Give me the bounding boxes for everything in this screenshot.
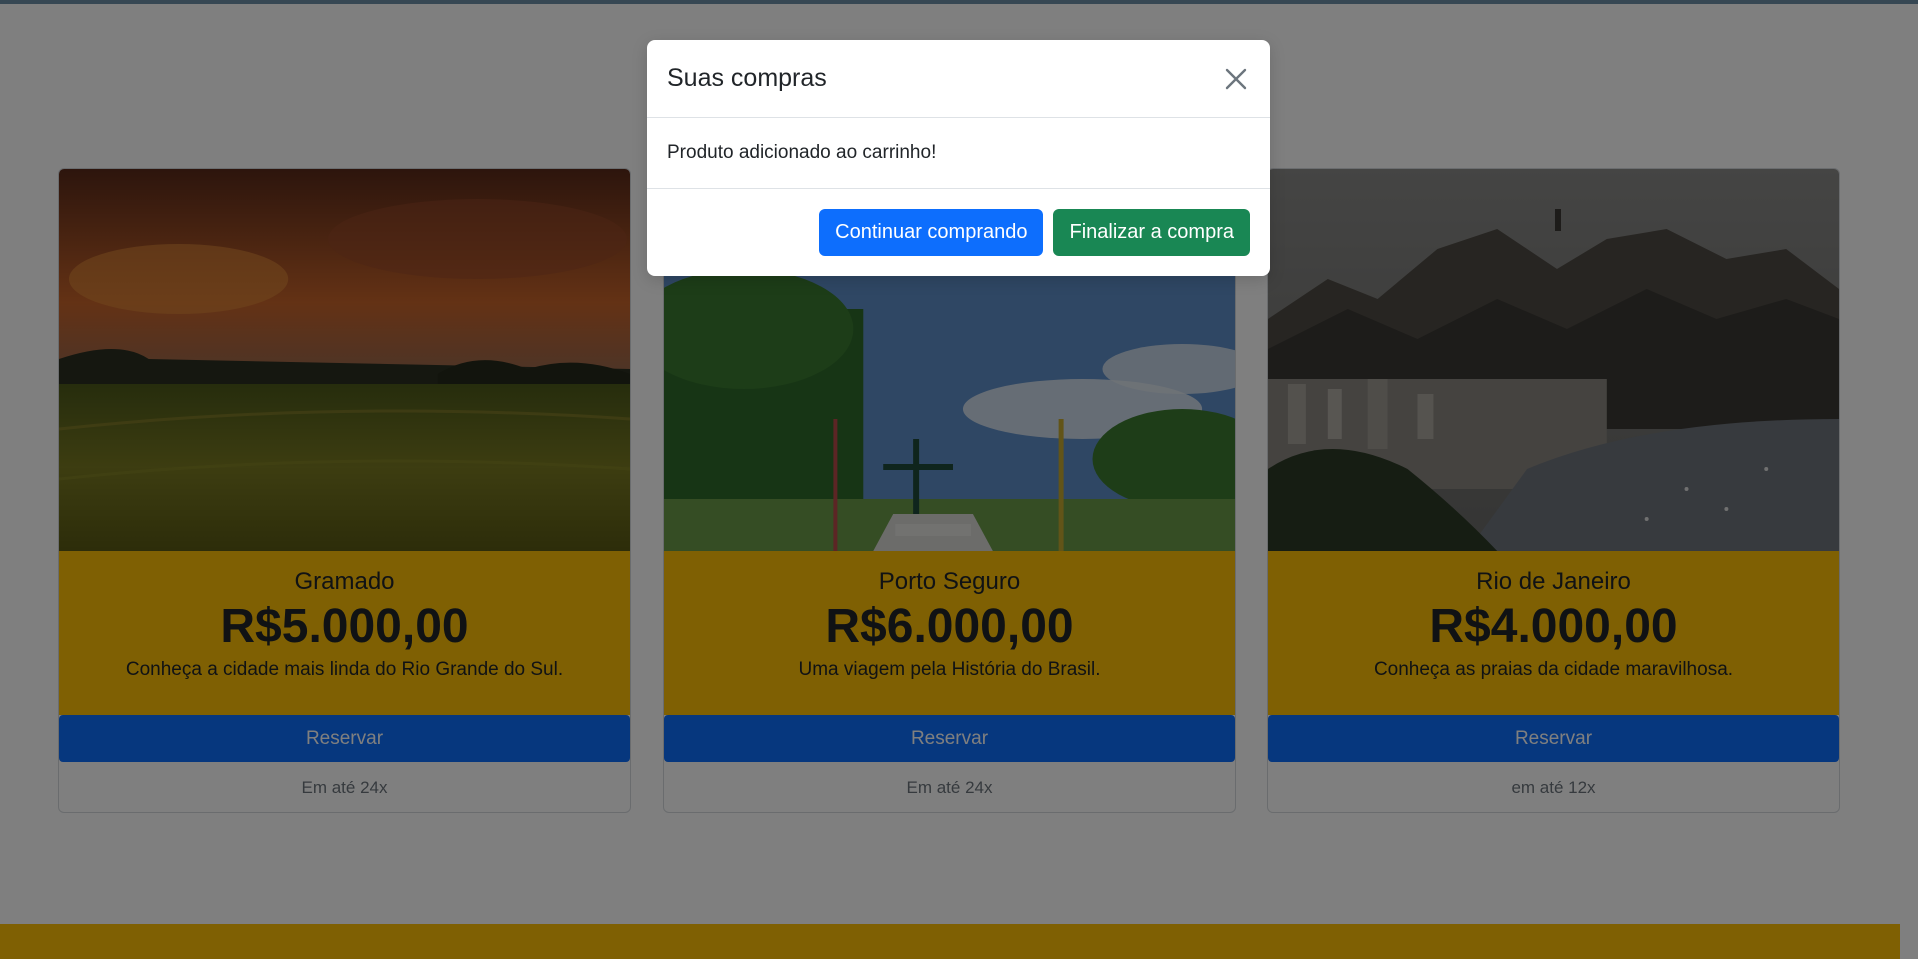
continue-shopping-button[interactable]: Continuar comprando [819,209,1044,256]
modal-header: Suas compras [647,40,1270,118]
close-icon [1220,68,1252,98]
modal-message: Produto adicionado ao carrinho! [667,142,937,163]
close-button[interactable] [1220,63,1252,95]
checkout-button[interactable]: Finalizar a compra [1053,209,1250,256]
cart-modal: Suas compras Produto adicionado ao carri… [647,40,1270,276]
modal-body: Produto adicionado ao carrinho! [647,118,1270,189]
modal-footer: Continuar comprando Finalizar a compra [647,189,1270,276]
modal-title: Suas compras [667,64,827,92]
